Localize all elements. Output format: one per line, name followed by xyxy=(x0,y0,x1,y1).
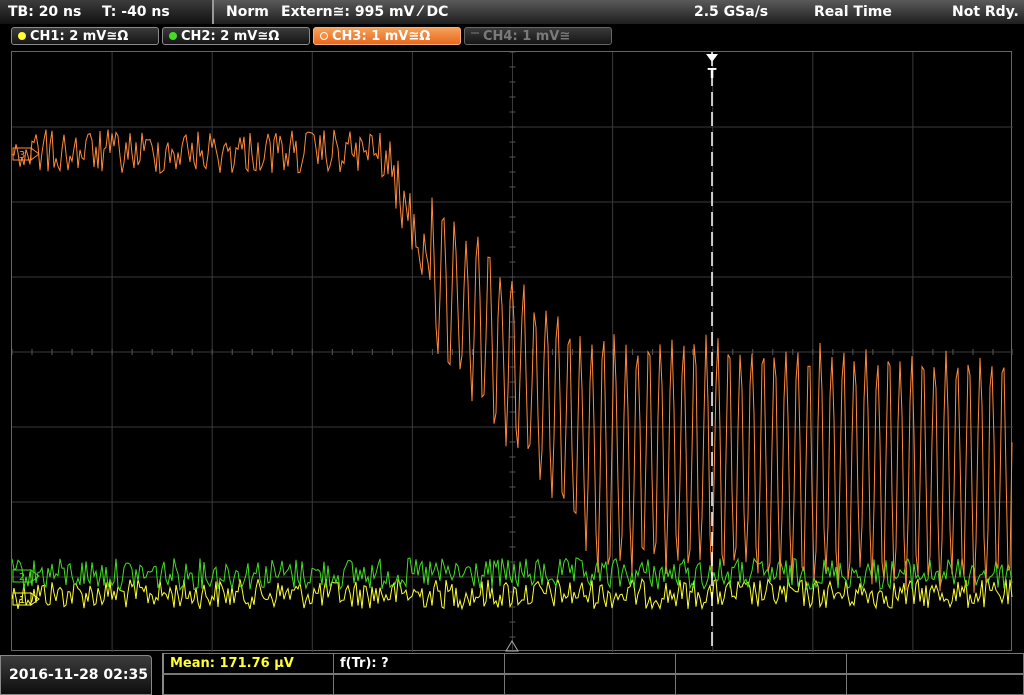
measurement-cell-6[interactable] xyxy=(162,674,334,695)
measurement-cell-4[interactable] xyxy=(675,653,847,674)
acquisition-mode[interactable]: Real Time xyxy=(814,0,892,24)
ftr-measurement: f(Tr): ? xyxy=(340,656,389,671)
measurement-cell-ftr[interactable]: f(Tr): ? xyxy=(333,653,505,674)
channel-2-label: CH2: 2 mV≅Ω xyxy=(181,29,280,44)
trigger-marker-label: T xyxy=(708,67,717,82)
timebase-box[interactable]: TB: 20 ns T: -40 ns xyxy=(0,0,214,24)
measurement-cell-10[interactable] xyxy=(846,674,1024,695)
trigger-arrow-icon xyxy=(706,54,718,62)
channel-1-dot-icon xyxy=(18,31,26,40)
channel-3-dot-icon xyxy=(320,31,328,40)
mean-measurement: Mean: 171.76 µV xyxy=(170,656,294,671)
channel-4-dash-icon xyxy=(471,31,479,34)
status-bar: TB: 20 ns T: -40 ns Norm Extern≅: 995 mV… xyxy=(0,0,1024,25)
channel-4-label: CH4: 1 mV≅ xyxy=(483,29,571,44)
measurement-table: Mean: 171.76 µV f(Tr): ? xyxy=(162,653,1024,695)
sample-rate[interactable]: 2.5 GSa/s xyxy=(694,0,768,24)
measurement-cell-mean[interactable]: Mean: 171.76 µV xyxy=(162,653,334,674)
measurement-cell-7[interactable] xyxy=(333,674,505,695)
channel-2-dot-icon xyxy=(169,31,177,40)
acquisition-status: Not Rdy. xyxy=(952,4,1019,20)
channel-1-ref-label: 1 xyxy=(19,595,25,606)
measurement-cell-5[interactable] xyxy=(846,653,1024,674)
timebase-readout[interactable]: TB: 20 ns xyxy=(8,0,81,24)
measurement-cell-8[interactable] xyxy=(504,674,676,695)
channel-3-ref-arrow-icon xyxy=(30,147,40,161)
waveform-canvas[interactable]: T 3 2 1 xyxy=(11,51,1014,652)
measurement-cell-9[interactable] xyxy=(675,674,847,695)
measurement-cell-3[interactable] xyxy=(504,653,676,674)
trigger-position-marker[interactable]: T xyxy=(706,54,718,82)
channel-bar: CH1: 2 mV≅Ω CH2: 2 mV≅Ω CH3: 1 mV≅Ω CH4:… xyxy=(0,25,1024,49)
trigger-time-readout[interactable]: T: -40 ns xyxy=(102,0,170,24)
channel-4-button[interactable]: CH4: 1 mV≅ xyxy=(464,27,612,45)
channel-2-ref-label: 2 xyxy=(19,572,25,583)
waveform-display[interactable]: T 3 2 1 xyxy=(11,51,1014,652)
trigger-source[interactable]: Extern≅: 995 mV ⁄ DC xyxy=(281,0,448,24)
trigger-mode[interactable]: Norm xyxy=(226,0,269,24)
channel-2-button[interactable]: CH2: 2 mV≅Ω xyxy=(162,27,310,45)
date-time: 2016-11-28 02:35 xyxy=(9,667,148,683)
channel-3-ref-label: 3 xyxy=(19,150,25,161)
channel-1-button[interactable]: CH1: 2 mV≅Ω xyxy=(11,27,159,45)
channel-3-label: CH3: 1 mV≅Ω xyxy=(332,29,431,44)
channel-1-label: CH1: 2 mV≅Ω xyxy=(30,29,129,44)
date-box: 2016-11-28 02:35 xyxy=(0,655,152,695)
channel-3-button[interactable]: CH3: 1 mV≅Ω xyxy=(313,27,461,45)
